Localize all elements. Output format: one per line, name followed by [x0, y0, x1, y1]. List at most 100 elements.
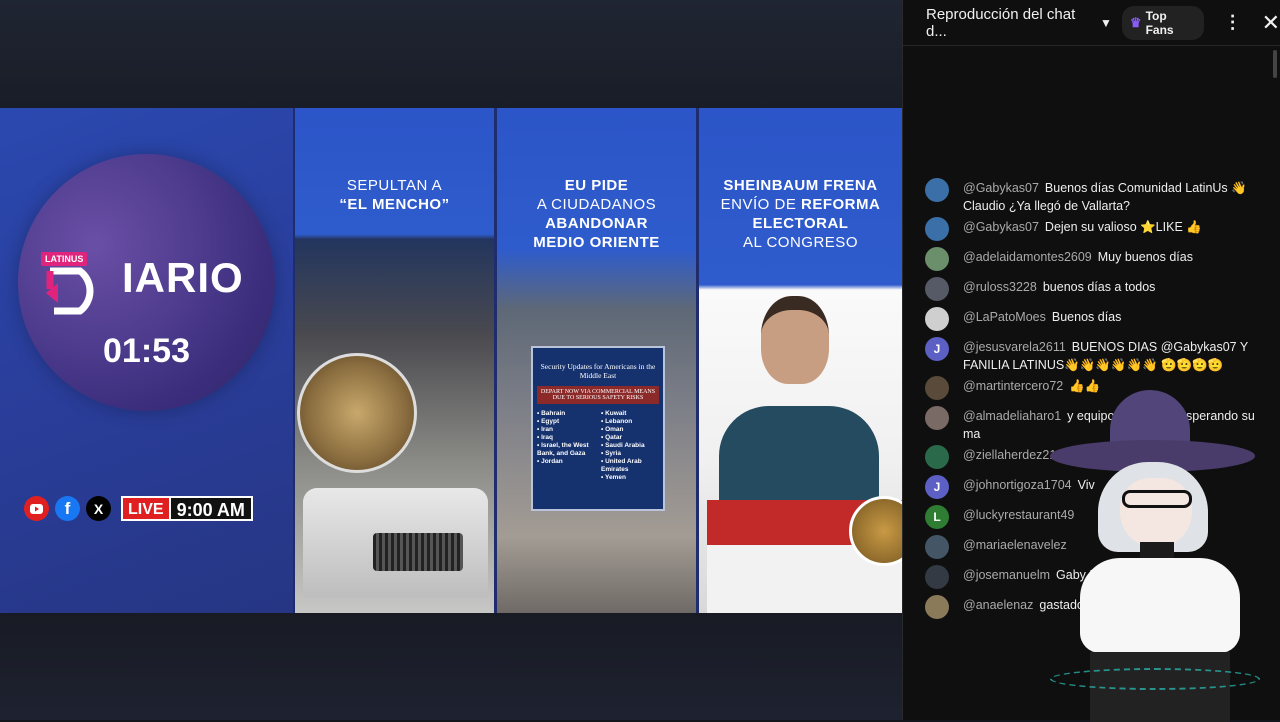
- chat-author[interactable]: @adelaidamontes2609: [963, 250, 1092, 264]
- headline-line: ENVÍO DE: [720, 196, 802, 213]
- avatar[interactable]: [925, 535, 949, 559]
- avatar-top: [1080, 558, 1240, 653]
- country-item: • Iran: [537, 426, 554, 433]
- avatar[interactable]: [925, 406, 949, 430]
- chat-message-body: @LaPatoMoes Buenos días: [963, 307, 1121, 335]
- chat-message-body: @jesusvarela2611 BUENOS DIAS @Gabykas07 Y…: [963, 337, 1267, 374]
- chat-author[interactable]: @Gabykas07: [963, 181, 1039, 195]
- chat-author[interactable]: @anaelenaz: [963, 598, 1033, 612]
- glasses-icon: [1122, 490, 1192, 508]
- story-panel-sheinbaum: SHEINBAUM FRENA ENVÍO DE REFORMA ELECTOR…: [699, 108, 902, 613]
- chevron-down-icon[interactable]: ▼: [1100, 16, 1112, 30]
- headline-line: AL CONGRESO: [743, 234, 858, 251]
- headline-line: ABANDONAR: [545, 215, 648, 232]
- headline-line: A CIUDADANOS: [536, 196, 657, 213]
- chat-text: Buenos días: [1051, 310, 1122, 324]
- country-item: • Kuwait: [601, 410, 627, 417]
- avatar[interactable]: J: [925, 475, 949, 499]
- headline-line: “EL MENCHO”: [339, 196, 450, 213]
- headline-line: EU PIDE: [564, 177, 629, 194]
- country-item: • Lebanon: [601, 418, 633, 425]
- speaker-head: [761, 296, 829, 384]
- chat-message[interactable]: @Gabykas07 Buenos días Comunidad LatinUs …: [903, 176, 1280, 215]
- chat-author[interactable]: @ruloss3228: [963, 280, 1037, 294]
- vtuber-avatar: [1040, 390, 1270, 722]
- live-label: LIVE: [121, 496, 171, 521]
- chat-message-body: @Gabykas07 Dejen su valioso ⭐LIKE 👍: [963, 217, 1202, 245]
- latinus-tag: LATINUS: [41, 252, 88, 266]
- chat-message[interactable]: @LaPatoMoes Buenos días: [903, 305, 1280, 335]
- avatar[interactable]: [925, 307, 949, 331]
- suv-grille: [373, 533, 463, 571]
- avatar[interactable]: J: [925, 337, 949, 361]
- chat-message[interactable]: @adelaidamontes2609 Muy buenos días: [903, 245, 1280, 275]
- chat-text: Muy buenos días: [1097, 250, 1193, 264]
- headline-line: SEPULTAN A: [346, 177, 443, 194]
- chat-author[interactable]: @jesusvarela2611: [963, 340, 1066, 354]
- youtube-icon: [24, 496, 49, 521]
- facebook-icon: f: [55, 496, 80, 521]
- chat-title[interactable]: Reproducción del chat d...: [926, 6, 1094, 40]
- avatar[interactable]: [925, 445, 949, 469]
- story-headline: EU PIDE A CIUDADANOS ABANDONAR MEDIO ORI…: [497, 176, 696, 252]
- avatar[interactable]: [925, 277, 949, 301]
- chat-message[interactable]: @ruloss3228 buenos días a todos: [903, 275, 1280, 305]
- country-item: • Syria: [601, 450, 621, 457]
- security-notice-card: Security Updates for Americans in the Mi…: [531, 346, 665, 511]
- country-item: • Qatar: [601, 434, 623, 441]
- avatar[interactable]: [925, 376, 949, 400]
- avatar[interactable]: [925, 247, 949, 271]
- country-item: • United Arab Emirates: [601, 458, 642, 473]
- notice-title: Security Updates for Americans in the Mi…: [540, 362, 656, 380]
- story-headline: SEPULTAN A “EL MENCHO”: [295, 176, 494, 214]
- country-list: • Bahrain • Egypt • Iran • Iraq • Israel…: [537, 410, 659, 482]
- avatar-face: [1120, 478, 1192, 548]
- avatar[interactable]: [925, 565, 949, 589]
- avatar[interactable]: L: [925, 505, 949, 529]
- close-icon[interactable]: ✕: [1262, 10, 1280, 36]
- chat-message-body: @Gabykas07 Buenos días Comunidad LatinUs …: [963, 178, 1267, 215]
- live-time: 9:00 AM: [170, 496, 253, 521]
- country-item: • Iraq: [537, 434, 554, 441]
- x-icon: X: [86, 496, 111, 521]
- country-item: • Bahrain: [537, 410, 566, 417]
- notice-band: DEPART NOW VIA COMMERCIAL MEANS DUE TO S…: [537, 386, 659, 404]
- live-badge: LIVE 9:00 AM: [121, 496, 253, 521]
- brand-disc: LATINUS IARIO 01:53: [18, 154, 275, 411]
- chat-text: buenos días a todos: [1042, 280, 1156, 294]
- headline-line: MEDIO ORIENTE: [533, 234, 660, 251]
- country-item: • Oman: [601, 426, 624, 433]
- social-links: f X LIVE 9:00 AM: [24, 496, 253, 521]
- chat-scrollbar[interactable]: [1273, 50, 1277, 78]
- chat-header: Reproducción del chat d... ▼ ♛ Top Fans …: [903, 0, 1280, 46]
- chat-text: Dejen su valioso ⭐LIKE 👍: [1044, 220, 1202, 234]
- story-panel-mencho: SEPULTAN A “EL MENCHO”: [295, 108, 494, 613]
- chat-author[interactable]: @Gabykas07: [963, 220, 1039, 234]
- avatar-glow-ring: [1050, 668, 1260, 690]
- chat-author[interactable]: @josemanuelm: [963, 568, 1050, 582]
- avatar[interactable]: [925, 217, 949, 241]
- country-item: • Yemen: [601, 474, 626, 481]
- country-item: • Jordan: [537, 458, 563, 465]
- story-panel-middle-east: EU PIDE A CIUDADANOS ABANDONAR MEDIO ORI…: [497, 108, 696, 613]
- avatar[interactable]: [925, 595, 949, 619]
- headline-line: SHEINBAUM FRENA: [723, 177, 878, 194]
- top-fans-label: Top Fans: [1145, 8, 1174, 37]
- avatar[interactable]: [925, 178, 949, 202]
- country-item: • Israel, the West Bank, and Gaza: [537, 442, 589, 457]
- diario-brand-panel: LATINUS IARIO 01:53 f X LIVE 9:00 AM: [0, 108, 293, 613]
- chat-message-body: @adelaidamontes2609 Muy buenos días: [963, 247, 1193, 275]
- top-fans-chip[interactable]: ♛ Top Fans: [1121, 5, 1204, 40]
- country-item: • Egypt: [537, 418, 560, 425]
- chat-message[interactable]: J @jesusvarela2611 BUENOS DIAS @Gabykas07 …: [903, 335, 1280, 374]
- country-item: • Saudi Arabia: [601, 442, 645, 449]
- video-player[interactable]: LATINUS IARIO 01:53 f X LIVE 9:00 AM SEP…: [0, 0, 902, 720]
- more-options-icon[interactable]: ⋮: [1224, 12, 1242, 33]
- headline-line: ELECTORAL: [752, 215, 849, 232]
- chat-message-body: @ruloss3228 buenos días a todos: [963, 277, 1155, 305]
- chat-author[interactable]: @LaPatoMoes: [963, 310, 1046, 324]
- crown-icon: ♛: [1129, 14, 1142, 30]
- chat-message[interactable]: @Gabykas07 Dejen su valioso ⭐LIKE 👍: [903, 215, 1280, 245]
- headline-line: REFORMA: [801, 196, 881, 213]
- coffin-photo: [297, 353, 417, 473]
